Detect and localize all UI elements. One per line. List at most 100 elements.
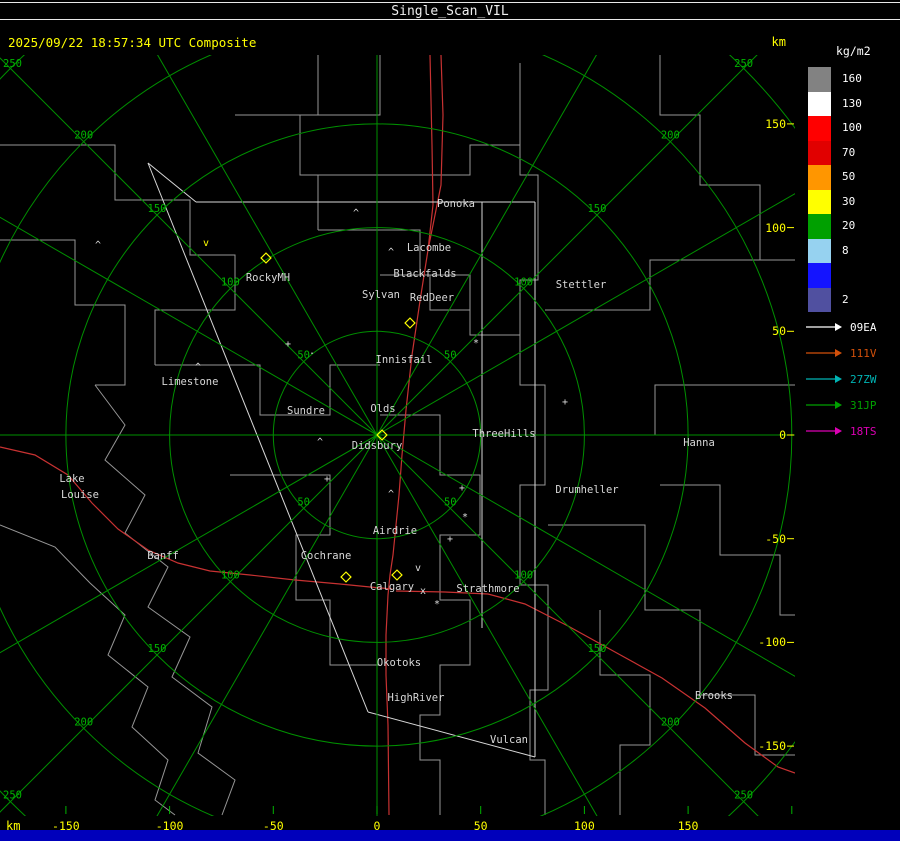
colorbar-swatch — [808, 67, 831, 92]
radar-arrow-icon — [806, 427, 842, 435]
colorbar-swatch — [808, 91, 831, 116]
range-label: 200 — [74, 716, 93, 728]
city-label: Sundre — [287, 405, 325, 417]
colorbar-swatch — [808, 263, 831, 288]
radar-arrow-icon — [806, 375, 842, 383]
titlebar-rule-bottom — [0, 19, 900, 20]
radar-site-marker — [391, 569, 403, 581]
city-label: Blackfalds — [393, 268, 456, 280]
county-boundary-line — [94, 384, 236, 816]
colorbar-swatch — [808, 140, 831, 165]
city-label: Stettler — [556, 279, 607, 291]
range-label: 200 — [661, 716, 680, 728]
colorbar-value: 2 — [842, 292, 849, 306]
range-label: 150 — [587, 203, 606, 215]
range-label: 150 — [148, 203, 167, 215]
range-label: 150 — [148, 643, 167, 655]
highway-line — [0, 446, 393, 590]
colorbar: 160 130 100 70 50 30 20 8 2 — [808, 67, 862, 312]
colorbar-value: 160 — [842, 72, 862, 85]
highway-line — [395, 590, 795, 774]
colorbar-value: 30 — [842, 194, 856, 208]
taskbar-strip — [0, 830, 900, 841]
legend-row: 111V — [806, 340, 877, 366]
city-label: Cochrane — [301, 550, 352, 562]
city-label: Olds — [370, 403, 395, 415]
colorbar-entry: 160 — [808, 67, 862, 92]
county-boundary-line — [318, 144, 520, 176]
colorbar-value: 8 — [842, 243, 849, 257]
right-axis-label: 50 — [772, 324, 786, 339]
colorbar-entry — [808, 263, 862, 288]
city-label: Lake — [59, 473, 84, 485]
colorbar-value: 100 — [842, 121, 862, 134]
map-point-marker: . — [309, 346, 315, 357]
legend-row: 18TS — [806, 418, 877, 444]
map-point-marker: + — [285, 339, 291, 350]
map-point-marker: ^ — [388, 489, 394, 500]
radar-map[interactable]: 50 50 50 50 100 100 100 100 150 150 150 150 200 200 20… — [0, 55, 795, 816]
county-boundary-line — [318, 55, 381, 116]
range-label: 100 — [514, 276, 533, 288]
range-label: 100 — [221, 276, 240, 288]
county-boundary-line — [0, 239, 126, 386]
map-point-marker: + — [447, 534, 453, 545]
city-label: Calgary — [370, 581, 414, 593]
range-label: 250 — [734, 58, 753, 70]
colorbar-value: 20 — [842, 219, 856, 232]
range-label: 50 — [444, 350, 457, 362]
colorbar-value: 50 — [842, 170, 856, 183]
right-axis-label: -150 — [758, 739, 786, 754]
radar-arrow-icon — [806, 401, 842, 409]
radar-id-label: 18TS — [850, 424, 877, 438]
county-boundary-line — [299, 55, 319, 230]
colorbar-value: 130 — [842, 96, 862, 110]
legend-row: 27ZW — [806, 366, 877, 392]
range-label: 200 — [74, 130, 93, 142]
colorbar-swatch — [808, 116, 831, 141]
right-axis-label: 100 — [765, 220, 786, 235]
legend-row: 09EA — [806, 314, 877, 340]
radar-display-svg[interactable]: 50 50 50 50 100 100 100 100 150 150 150 150 200 200 20… — [0, 55, 795, 816]
map-point-marker: ^ — [317, 437, 323, 448]
radar-legend: 09EA 111V 27ZW 31JP 18TS — [806, 314, 877, 444]
colorbar-entry: 100 — [808, 116, 862, 141]
range-label: 250 — [3, 790, 22, 802]
city-label: Brooks — [695, 690, 733, 702]
map-point-marker: v — [203, 238, 209, 249]
colorbar-swatch — [808, 214, 831, 239]
colorbar-entry: 2 — [808, 287, 862, 312]
scan-timestamp: 2025/09/22 18:57:34 UTC Composite — [8, 35, 257, 50]
city-label: Hanna — [683, 437, 715, 449]
county-boundary-line — [380, 414, 481, 815]
map-point-marker: ^ — [353, 208, 359, 219]
range-label: 100 — [514, 570, 533, 582]
city-label: Strathmore — [456, 583, 519, 595]
city-label: Sylvan — [362, 289, 400, 301]
radar-app-window: Single_Scan_VIL 2025/09/22 18:57:34 UTC … — [0, 0, 900, 841]
right-axis-label: 150 — [765, 116, 786, 131]
county-boundary-line — [599, 610, 651, 815]
map-point-marker: v — [415, 563, 421, 574]
radar-id-label: 09EA — [850, 320, 877, 334]
city-label: RedDeer — [410, 292, 454, 304]
colorbar-swatch — [808, 287, 831, 312]
colorbar-entry: 50 — [808, 165, 862, 190]
city-label: Louise — [61, 489, 99, 501]
city-label: HighRiver — [388, 692, 445, 704]
map-point-marker: ^ — [388, 247, 394, 258]
city-label: Vulcan — [490, 734, 528, 746]
colorbar-unit: kg/m2 — [836, 44, 871, 58]
range-label: 100 — [221, 570, 240, 582]
map-point-marker: + — [562, 397, 568, 408]
map-point-marker: x — [420, 586, 426, 597]
city-label: Airdrie — [373, 525, 417, 537]
titlebar-rule-top — [0, 2, 900, 3]
range-label: 150 — [587, 643, 606, 655]
radar-arrow-icon — [806, 323, 842, 331]
scan-area-outline — [147, 162, 369, 713]
colorbar-entry: 30 — [808, 189, 862, 214]
map-point-marker: * — [462, 512, 468, 523]
city-label: Lacombe — [407, 242, 451, 254]
colorbar-swatch — [808, 165, 831, 190]
